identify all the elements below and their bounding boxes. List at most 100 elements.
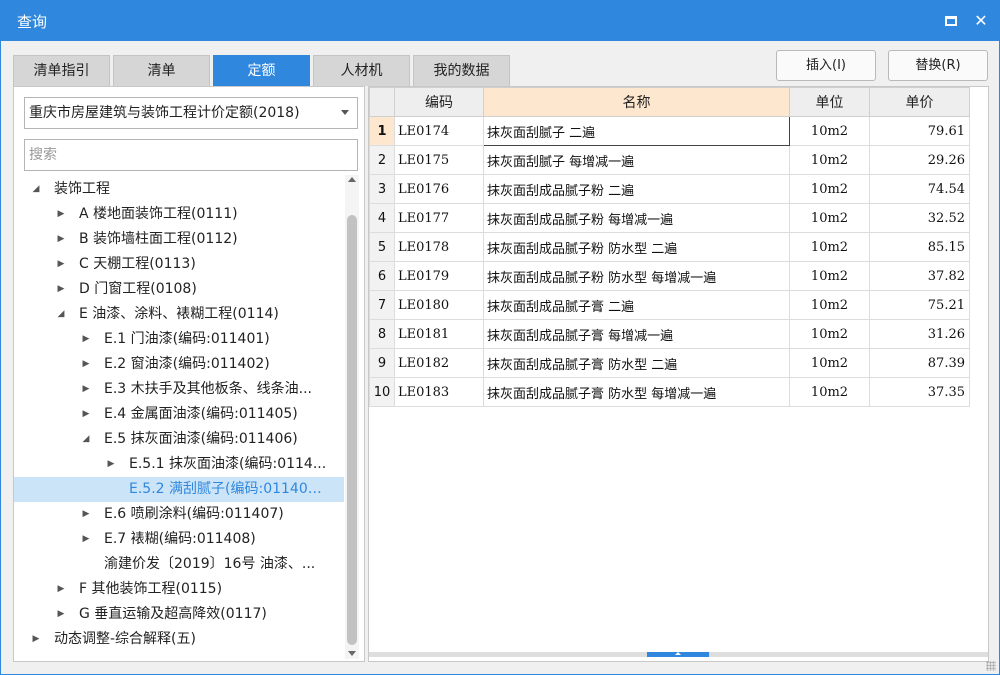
table-row[interactable]: 5 LE0178 抹灰面刮成品腻子粉 防水型 二遍 10m2 85.15 — [369, 232, 970, 262]
insert-button[interactable]: 插入(I) — [776, 50, 876, 81]
cell-price[interactable]: 75.21 — [869, 290, 970, 320]
tree-collapsed-icon[interactable]: ▶ — [80, 352, 92, 377]
panel-splitter-handle[interactable] — [647, 652, 709, 657]
tree-collapsed-icon[interactable]: ▶ — [55, 252, 67, 277]
cell-unit[interactable]: 10m2 — [789, 377, 870, 407]
tree-collapsed-icon[interactable]: ▶ — [80, 327, 92, 352]
table-row[interactable]: 8 LE0181 抹灰面刮成品腻子膏 每增减一遍 10m2 31.26 — [369, 319, 970, 349]
tab-rencaiji[interactable]: 人材机 — [313, 55, 410, 86]
replace-button[interactable]: 替换(R) — [888, 50, 988, 81]
tree-expanded-icon[interactable]: ◢ — [80, 427, 92, 452]
cell-code[interactable]: LE0175 — [394, 145, 484, 175]
scroll-down-icon[interactable] — [348, 651, 356, 656]
scroll-up-icon[interactable] — [348, 177, 356, 182]
cell-code[interactable]: LE0180 — [394, 290, 484, 320]
close-button[interactable]: ✕ — [969, 9, 993, 33]
cell-price[interactable]: 37.35 — [869, 377, 970, 407]
cell-code[interactable]: LE0179 — [394, 261, 484, 291]
tree-node[interactable]: ▶ C 天棚工程(0113) — [14, 252, 344, 277]
cell-unit[interactable]: 10m2 — [789, 348, 870, 378]
row-number[interactable]: 5 — [369, 232, 395, 262]
tree-node[interactable]: ▶ E.5.1 抹灰面油漆(编码:0114... — [14, 452, 344, 477]
table-row[interactable]: 4 LE0177 抹灰面刮成品腻子粉 每增减一遍 10m2 32.52 — [369, 203, 970, 233]
table-row[interactable]: 7 LE0180 抹灰面刮成品腻子膏 二遍 10m2 75.21 — [369, 290, 970, 320]
tree-collapsed-icon[interactable]: ▶ — [55, 202, 67, 227]
table-row[interactable]: 3 LE0176 抹灰面刮成品腻子粉 二遍 10m2 74.54 — [369, 174, 970, 204]
row-number[interactable]: 3 — [369, 174, 395, 204]
maximize-button[interactable] — [939, 9, 963, 33]
cell-unit[interactable]: 10m2 — [789, 145, 870, 175]
table-row[interactable]: 2 LE0175 抹灰面刮腻子 每增减一遍 10m2 29.26 — [369, 145, 970, 175]
cell-price[interactable]: 79.61 — [869, 116, 970, 146]
tree-node[interactable]: ▶ D 门窗工程(0108) — [14, 277, 344, 302]
cell-unit[interactable]: 10m2 — [789, 232, 870, 262]
cell-unit[interactable]: 10m2 — [789, 261, 870, 291]
tree-node[interactable]: ▶ G 垂直运输及超高降效(0117) — [14, 602, 344, 627]
tree-collapsed-icon[interactable]: ▶ — [55, 602, 67, 627]
tab-qingdan[interactable]: 清单 — [113, 55, 210, 86]
tree-node[interactable]: ▶ 动态调整-综合解释(五) — [14, 627, 344, 652]
tree-node[interactable]: ▶ E.3 木扶手及其他板条、线条油... — [14, 377, 344, 402]
tree-node[interactable]: ▶ E.1 门油漆(编码:011401) — [14, 327, 344, 352]
cell-name[interactable]: 抹灰面刮成品腻子粉 二遍 — [483, 174, 790, 204]
column-header-unit[interactable]: 单位 — [789, 87, 870, 117]
tree-node[interactable]: ▶ B 装饰墙柱面工程(0112) — [14, 227, 344, 252]
tree-node[interactable]: ◢ 装饰工程 — [14, 177, 344, 202]
cell-name[interactable]: 抹灰面刮成品腻子粉 每增减一遍 — [483, 203, 790, 233]
tree-node[interactable]: E.5.2 满刮腻子(编码:011406... — [14, 477, 344, 502]
cell-price[interactable]: 31.26 — [869, 319, 970, 349]
cell-code[interactable]: LE0174 — [394, 116, 484, 146]
cell-name[interactable]: 抹灰面刮腻子 二遍 — [483, 116, 790, 146]
tree-collapsed-icon[interactable]: ▶ — [80, 402, 92, 427]
tree-node[interactable]: ◢ E.5 抹灰面油漆(编码:011406) — [14, 427, 344, 452]
column-header-price[interactable]: 单价 — [869, 87, 970, 117]
cell-price[interactable]: 37.82 — [869, 261, 970, 291]
tree-node[interactable]: ▶ E.2 窗油漆(编码:011402) — [14, 352, 344, 377]
cell-name[interactable]: 抹灰面刮成品腻子膏 防水型 二遍 — [483, 348, 790, 378]
cell-price[interactable]: 87.39 — [869, 348, 970, 378]
tree-node[interactable]: ▶ E.6 喷刷涂料(编码:011407) — [14, 502, 344, 527]
cell-code[interactable]: LE0182 — [394, 348, 484, 378]
tree-collapsed-icon[interactable]: ▶ — [105, 452, 117, 477]
tree-collapsed-icon[interactable]: ▶ — [55, 277, 67, 302]
scroll-thumb[interactable] — [347, 215, 357, 645]
tree-collapsed-icon[interactable]: ▶ — [55, 577, 67, 602]
row-number[interactable]: 6 — [369, 261, 395, 291]
table-row[interactable]: 6 LE0179 抹灰面刮成品腻子粉 防水型 每增减一遍 10m2 37.82 — [369, 261, 970, 291]
cell-name[interactable]: 抹灰面刮腻子 每增减一遍 — [483, 145, 790, 175]
cell-code[interactable]: LE0178 — [394, 232, 484, 262]
row-number[interactable]: 7 — [369, 290, 395, 320]
cell-name[interactable]: 抹灰面刮成品腻子膏 每增减一遍 — [483, 319, 790, 349]
column-header-name[interactable]: 名称 — [483, 87, 790, 117]
tab-my-data[interactable]: 我的数据 — [413, 55, 510, 86]
cell-code[interactable]: LE0177 — [394, 203, 484, 233]
tree-node[interactable]: ▶ F 其他装饰工程(0115) — [14, 577, 344, 602]
table-row[interactable]: 9 LE0182 抹灰面刮成品腻子膏 防水型 二遍 10m2 87.39 — [369, 348, 970, 378]
row-number[interactable]: 9 — [369, 348, 395, 378]
tree-node[interactable]: ▶ A 楼地面装饰工程(0111) — [14, 202, 344, 227]
tree-collapsed-icon[interactable]: ▶ — [55, 227, 67, 252]
cell-name[interactable]: 抹灰面刮成品腻子粉 防水型 二遍 — [483, 232, 790, 262]
cell-price[interactable]: 32.52 — [869, 203, 970, 233]
cell-unit[interactable]: 10m2 — [789, 116, 870, 146]
cell-unit[interactable]: 10m2 — [789, 290, 870, 320]
tree-node[interactable]: ▶ E.4 金属面油漆(编码:011405) — [14, 402, 344, 427]
column-header-code[interactable]: 编码 — [394, 87, 484, 117]
row-number[interactable]: 8 — [369, 319, 395, 349]
resize-grip-icon[interactable] — [986, 661, 996, 671]
tree-collapsed-icon[interactable]: ▶ — [80, 377, 92, 402]
cell-code[interactable]: LE0183 — [394, 377, 484, 407]
tree-collapsed-icon[interactable]: ▶ — [80, 527, 92, 552]
cell-unit[interactable]: 10m2 — [789, 203, 870, 233]
tree-collapsed-icon[interactable]: ▶ — [80, 502, 92, 527]
cell-price[interactable]: 85.15 — [869, 232, 970, 262]
tree-expanded-icon[interactable]: ◢ — [30, 177, 42, 202]
table-row[interactable]: 10 LE0183 抹灰面刮成品腻子膏 防水型 每增减一遍 10m2 37.35 — [369, 377, 970, 407]
tab-dinge[interactable]: 定额 — [213, 55, 310, 86]
cell-code[interactable]: LE0181 — [394, 319, 484, 349]
row-number[interactable]: 10 — [369, 377, 395, 407]
tab-qingdan-zhiyin[interactable]: 清单指引 — [13, 55, 110, 86]
tree-expanded-icon[interactable]: ◢ — [55, 302, 67, 327]
tree-scrollbar[interactable] — [345, 175, 359, 659]
title-bar[interactable]: 查询 ✕ — [1, 1, 999, 41]
